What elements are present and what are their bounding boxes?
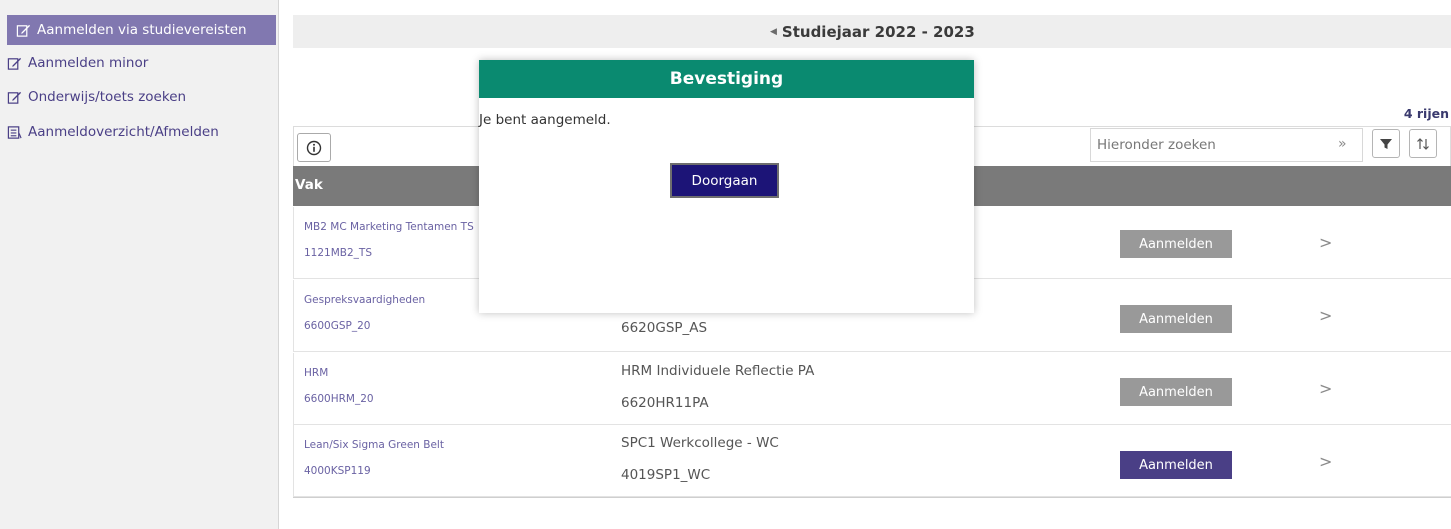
vak-code[interactable]: 6600GSP_20 bbox=[304, 320, 370, 332]
vak-name[interactable]: HRM bbox=[304, 367, 328, 379]
vak-code[interactable]: 6600HRM_20 bbox=[304, 393, 374, 405]
sidebar-item-label: Onderwijs/toets zoeken bbox=[28, 89, 187, 105]
sidebar-item-aanmelden-studievereisten[interactable]: Aanmelden via studievereisten bbox=[7, 15, 276, 45]
year-selector[interactable]: ◀ Studiejaar 2022 - 2023 bbox=[770, 23, 975, 41]
list-icon bbox=[6, 124, 22, 140]
sort-icon bbox=[1417, 137, 1429, 150]
chevron-right-icon[interactable]: > bbox=[1319, 306, 1332, 325]
toets-code: 6620GSP_AS bbox=[621, 320, 708, 336]
sidebar-item-label: Aanmelden minor bbox=[28, 55, 149, 71]
sort-button[interactable] bbox=[1409, 129, 1437, 158]
filter-icon bbox=[1380, 138, 1392, 149]
search-input[interactable] bbox=[1090, 128, 1363, 162]
sidebar-item-label: Aanmelden via studievereisten bbox=[37, 22, 247, 38]
chevron-right-icon[interactable]: > bbox=[1319, 452, 1332, 471]
filter-button[interactable] bbox=[1372, 129, 1400, 158]
sidebar-item-aanmelden-minor[interactable]: Aanmelden minor bbox=[6, 48, 148, 78]
vak-name[interactable]: Gespreksvaardigheden bbox=[304, 294, 425, 306]
confirmation-dialog: Bevestiging Je bent aangemeld. Doorgaan bbox=[479, 60, 974, 313]
vak-code[interactable]: 4000KSP119 bbox=[304, 465, 371, 477]
sidebar: Aanmelden via studievereisten Aanmelden … bbox=[0, 0, 279, 529]
edit-icon bbox=[6, 89, 22, 105]
aanmelden-button[interactable]: Aanmelden bbox=[1120, 230, 1232, 258]
vak-name[interactable]: MB2 MC Marketing Tentamen TS bbox=[304, 221, 474, 233]
table-row: HRM 6600HRM_20 HRM Individuele Reflectie… bbox=[293, 353, 1451, 425]
sidebar-item-aanmeldoverzicht-afmelden[interactable]: Aanmeldoverzicht/Afmelden bbox=[6, 117, 219, 147]
chevron-right-icon[interactable]: > bbox=[1319, 379, 1332, 398]
info-icon bbox=[306, 140, 322, 155]
year-label: Studiejaar 2022 - 2023 bbox=[781, 23, 975, 41]
dialog-message: Je bent aangemeld. bbox=[479, 112, 611, 128]
info-button[interactable] bbox=[297, 133, 331, 162]
vak-name[interactable]: Lean/Six Sigma Green Belt bbox=[304, 439, 444, 451]
dialog-title: Bevestiging bbox=[479, 60, 974, 98]
caret-left-icon[interactable]: ◀ bbox=[770, 27, 777, 37]
toets-name: HRM Individuele Reflectie PA bbox=[621, 363, 815, 379]
aanmelden-button[interactable]: Aanmelden bbox=[1120, 378, 1232, 406]
toets-code: 4019SP1_WC bbox=[621, 467, 711, 483]
aanmelden-button[interactable]: Aanmelden bbox=[1120, 451, 1232, 479]
edit-icon bbox=[6, 55, 22, 71]
vak-code[interactable]: 1121MB2_TS bbox=[304, 247, 372, 259]
edit-icon bbox=[15, 22, 31, 38]
sidebar-item-label: Aanmeldoverzicht/Afmelden bbox=[28, 124, 219, 140]
rows-count: 4 rijen bbox=[1403, 106, 1449, 121]
sidebar-item-onderwijs-toets-zoeken[interactable]: Onderwijs/toets zoeken bbox=[6, 82, 186, 112]
app-root: Aanmelden via studievereisten Aanmelden … bbox=[0, 0, 1451, 529]
search-submit-icon[interactable]: » bbox=[1338, 136, 1347, 152]
aanmelden-button[interactable]: Aanmelden bbox=[1120, 305, 1232, 333]
toets-name: SPC1 Werkcollege - WC bbox=[621, 435, 779, 451]
chevron-right-icon[interactable]: > bbox=[1319, 233, 1332, 252]
column-header-vak[interactable]: Vak bbox=[295, 177, 323, 193]
table-row: Lean/Six Sigma Green Belt 4000KSP119 SPC… bbox=[293, 425, 1451, 497]
table-bottom-border bbox=[293, 497, 1451, 498]
toets-code: 6620HR11PA bbox=[621, 395, 709, 411]
continue-button[interactable]: Doorgaan bbox=[670, 163, 779, 198]
